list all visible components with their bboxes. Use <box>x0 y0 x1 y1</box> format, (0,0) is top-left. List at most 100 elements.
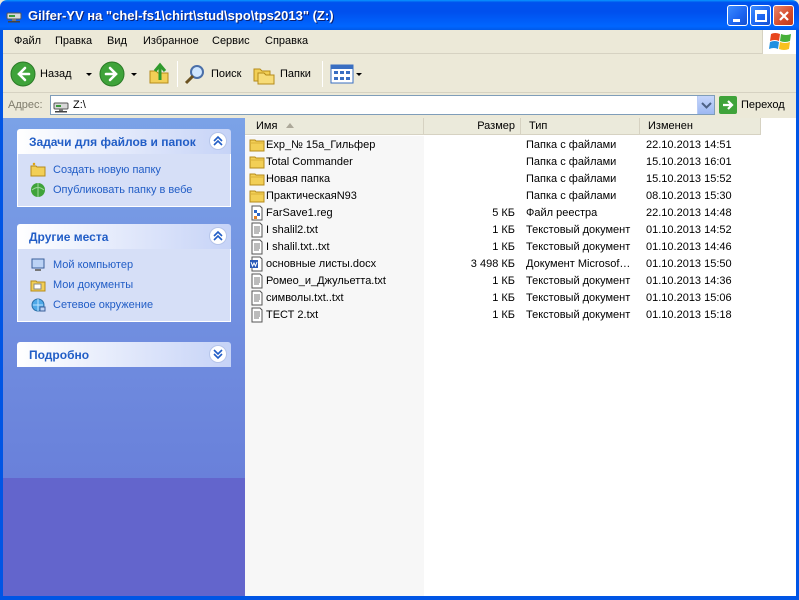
network-drive-icon[interactable] <box>6 7 22 23</box>
task-new-folder[interactable]: Создать новую папку <box>30 160 230 180</box>
file-type: Текстовый документ <box>526 224 631 236</box>
menu-edit[interactable]: Правка <box>55 35 92 47</box>
chevron-down-icon <box>701 102 712 109</box>
column-header-size[interactable]: Размер <box>424 118 521 135</box>
file-tasks-title: Задачи для файлов и папок <box>29 135 196 149</box>
expand-button[interactable] <box>209 345 227 363</box>
file-name: Total Commander <box>266 156 353 168</box>
file-row[interactable]: символы.txt..txt 1 КБ Текстовый документ 01… <box>245 290 761 307</box>
address-input[interactable]: Z:\ <box>50 95 715 115</box>
details-header[interactable]: Подробно <box>17 342 231 367</box>
views-icon <box>330 64 354 84</box>
collapse-button[interactable] <box>209 227 227 245</box>
file-row[interactable]: ПрактическаяN93 Папка с файлами 08.10.2013… <box>245 188 761 205</box>
collapse-button[interactable] <box>209 132 227 150</box>
forward-dropdown-icon[interactable] <box>131 72 137 76</box>
window-title: Gilfer-YV на "chel-fs1\chirt\stud\spo\tp… <box>28 8 334 23</box>
file-name: Новая папка <box>266 173 331 185</box>
file-modified: 01.10.2013 15:18 <box>646 309 732 321</box>
menu-favorites[interactable]: Избранное <box>143 35 199 47</box>
close-button[interactable] <box>773 5 794 26</box>
file-row[interactable]: ТЕСТ 2.txt 1 КБ Текстовый документ 01.10.20… <box>245 307 761 324</box>
go-button[interactable]: Переход <box>719 96 785 114</box>
other-places-header[interactable]: Другие места <box>17 224 231 249</box>
chevron-up-icon <box>213 230 223 241</box>
file-type: Папка с файлами <box>526 156 617 168</box>
file-row[interactable]: Ромео_и_Джульетта.txt 1 КБ Текстовый докум… <box>245 273 761 290</box>
search-button[interactable]: Поиск <box>183 59 241 89</box>
folders-label: Папки <box>280 68 311 80</box>
file-row[interactable]: Exp_№ 15a_Гильфер Папка с файлами 22.10.20… <box>245 137 761 154</box>
forward-button[interactable] <box>99 59 137 89</box>
address-dropdown-button[interactable] <box>697 96 714 114</box>
registry-file-icon <box>251 205 263 221</box>
file-size: 3 498 КБ <box>470 258 515 270</box>
place-my-documents[interactable]: Мои документы <box>30 275 230 295</box>
column-header-modified[interactable]: Изменен <box>640 118 761 135</box>
folders-button[interactable]: Папки <box>252 59 311 89</box>
menu-view[interactable]: Вид <box>107 35 127 47</box>
maximize-icon <box>755 10 767 22</box>
file-row[interactable]: I shalil2.txt 1 КБ Текстовый документ 01.10… <box>245 222 761 239</box>
folder-icon <box>249 190 265 203</box>
views-dropdown-icon[interactable] <box>356 72 362 76</box>
file-name: FarSave1.reg <box>266 207 333 219</box>
my-documents-icon <box>30 280 46 292</box>
folder-icon <box>249 173 265 186</box>
file-row[interactable]: Total Commander Папка с файлами 15.10.2013… <box>245 154 761 171</box>
column-header-type[interactable]: Тип <box>521 118 640 135</box>
file-modified: 08.10.2013 15:30 <box>646 190 732 202</box>
file-type: Текстовый документ <box>526 292 631 304</box>
place-my-computer[interactable]: Мой компьютер <box>30 255 230 275</box>
title-bar[interactable]: Gilfer-YV на "chel-fs1\chirt\stud\spo\tp… <box>0 0 799 30</box>
file-tasks-header[interactable]: Задачи для файлов и папок <box>17 129 231 154</box>
file-name: I shalil.txt..txt <box>266 241 330 253</box>
network-drive-icon <box>53 102 69 113</box>
other-places-panel: Другие места Мой компьютер Мои документы… <box>17 224 231 322</box>
file-row[interactable]: I shalil.txt..txt 1 КБ Текстовый документ 0… <box>245 239 761 256</box>
address-value: Z:\ <box>73 99 86 111</box>
back-button[interactable]: Назад <box>10 59 92 89</box>
file-name: Exp_№ 15a_Гильфер <box>266 139 376 151</box>
file-row[interactable]: основные листы.docx 3 498 КБ Документ Micr… <box>245 256 761 273</box>
file-size: 1 КБ <box>492 292 515 304</box>
file-modified: 01.10.2013 14:52 <box>646 224 732 236</box>
place-label: Мой компьютер <box>53 259 134 271</box>
file-row[interactable]: FarSave1.reg 5 КБ Файл реестра 22.10.2013 1… <box>245 205 761 222</box>
menu-tools[interactable]: Сервис <box>212 35 250 47</box>
task-label: Опубликовать папку в вебе <box>53 184 193 196</box>
column-name-label: Имя <box>256 120 278 132</box>
file-type: Папка с файлами <box>526 139 617 151</box>
file-modified: 01.10.2013 15:06 <box>646 292 732 304</box>
chevron-down-icon <box>213 349 223 360</box>
maximize-button[interactable] <box>750 5 771 26</box>
new-folder-icon <box>30 162 46 177</box>
other-places-title: Другие места <box>29 230 109 244</box>
file-row[interactable]: Новая папка Папка с файлами 15.10.2013 15:… <box>245 171 761 188</box>
file-name: I shalil2.txt <box>266 224 318 236</box>
place-network[interactable]: Сетевое окружение <box>30 295 230 315</box>
file-modified: 22.10.2013 14:48 <box>646 207 732 219</box>
file-modified: 01.10.2013 15:50 <box>646 258 732 270</box>
file-type: Документ Microsof… <box>526 258 631 270</box>
file-modified: 15.10.2013 16:01 <box>646 156 732 168</box>
minimize-button[interactable] <box>727 5 748 26</box>
file-modified: 01.10.2013 14:46 <box>646 241 732 253</box>
task-publish-web[interactable]: Опубликовать папку в вебе <box>30 180 230 200</box>
back-dropdown-icon[interactable] <box>85 72 92 76</box>
up-folder-button[interactable] <box>147 59 171 89</box>
menu-help[interactable]: Справка <box>265 35 308 47</box>
network-icon <box>31 298 46 312</box>
views-button[interactable] <box>330 59 362 89</box>
task-pane: Задачи для файлов и папок Создать новую … <box>3 118 245 596</box>
up-folder-icon <box>149 62 169 84</box>
file-size: 1 КБ <box>492 241 515 253</box>
menu-file[interactable]: Файл <box>14 35 41 47</box>
word-document-icon <box>250 256 263 272</box>
details-title: Подробно <box>29 348 90 362</box>
column-type-label: Тип <box>529 120 548 132</box>
folders-icon <box>253 68 275 85</box>
file-name: основные листы.docx <box>266 258 377 270</box>
column-header-name[interactable]: Имя <box>245 118 424 135</box>
windows-logo <box>762 30 799 54</box>
